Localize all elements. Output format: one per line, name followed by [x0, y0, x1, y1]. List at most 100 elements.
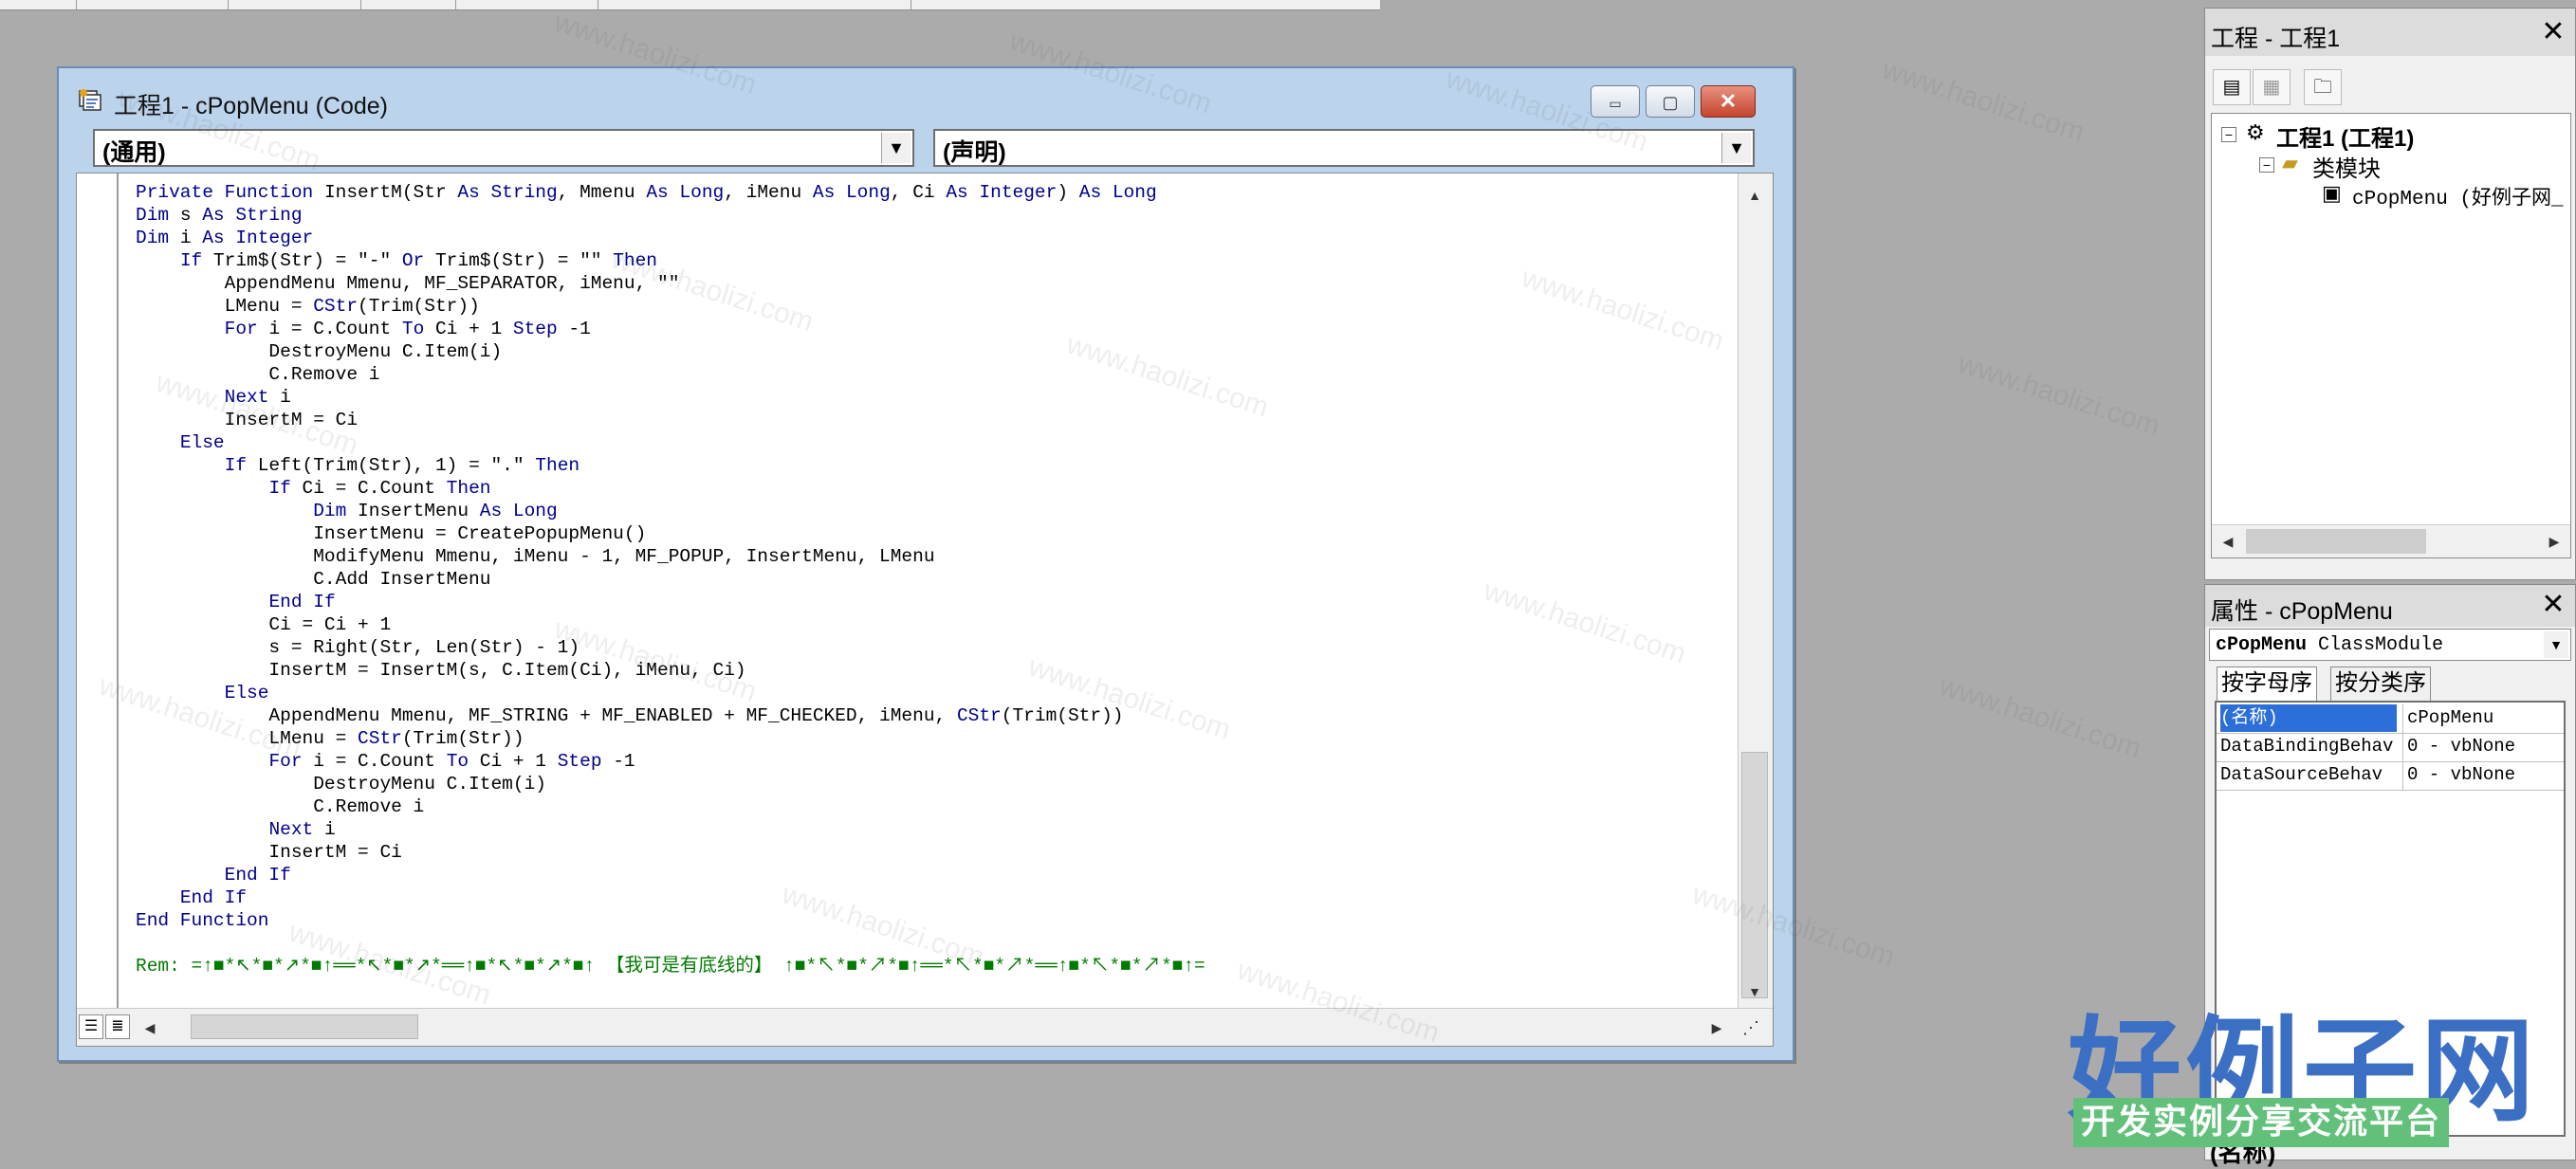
- code-line[interactable]: LMenu = CStr(Trim(Str)): [136, 727, 1205, 750]
- property-row[interactable]: DataBindingBehav 0 - vbNone: [2217, 733, 2564, 762]
- code-window[interactable]: 工程1 - cPopMenu (Code) ▭ ▢ ✕ (通用) ▼ (声明) …: [57, 66, 1794, 1062]
- code-token: As String: [202, 205, 303, 226]
- property-row[interactable]: DataSourceBehav 0 - vbNone: [2217, 761, 2564, 791]
- chevron-down-icon[interactable]: ▼: [1721, 133, 1751, 163]
- vertical-scroll-thumb[interactable]: [1741, 752, 1768, 998]
- code-editor[interactable]: Private Function InsertM(Str As String, …: [76, 173, 1774, 1047]
- chevron-down-icon[interactable]: ▼: [2544, 631, 2568, 658]
- horizontal-scroll-thumb[interactable]: [191, 1014, 418, 1039]
- tree-node-project[interactable]: 工程1 (工程1): [2276, 119, 2414, 153]
- object-selector[interactable]: cPopMenu ClassModule ▼: [2209, 629, 2571, 661]
- procedure-dropdown[interactable]: (声明) ▼: [933, 129, 1755, 167]
- code-line[interactable]: Dim i As Integer: [136, 227, 1205, 249]
- tab-alphabetic[interactable]: 按字母序: [2217, 667, 2317, 701]
- property-value[interactable]: 0 - vbNone: [2402, 733, 2515, 761]
- code-token: Next: [268, 819, 324, 840]
- minimize-button[interactable]: ▭: [1591, 85, 1640, 118]
- code-token: Dim: [313, 501, 359, 521]
- code-line[interactable]: C.Remove i: [136, 363, 1205, 386]
- code-token: CStr: [358, 728, 402, 749]
- full-module-view-icon[interactable]: ≣: [105, 1014, 130, 1039]
- tree-scroll-thumb[interactable]: [2246, 529, 2426, 554]
- code-line[interactable]: Dim s As String: [136, 204, 1205, 227]
- code-window-titlebar[interactable]: 工程1 - cPopMenu (Code) ▭ ▢ ✕: [59, 68, 1793, 123]
- code-line[interactable]: s = Right(Str, Len(Str) - 1): [136, 636, 1205, 659]
- tree-node-class-modules[interactable]: 类模块: [2312, 150, 2381, 183]
- vertical-scrollbar[interactable]: ▲ ▼: [1738, 174, 1773, 1008]
- code-token: Step: [557, 751, 614, 772]
- code-line[interactable]: Ci = Ci + 1: [136, 613, 1205, 636]
- restore-button[interactable]: ▢: [1646, 85, 1695, 118]
- code-line[interactable]: Dim InsertMenu As Long: [136, 500, 1205, 522]
- code-line[interactable]: LMenu = CStr(Trim(Str)): [136, 295, 1205, 318]
- code-line[interactable]: Rem: =↑■*↖*■*↗*■↑══*↖*■*↗*══↑■*↖*■*↗*■↑ …: [136, 955, 1205, 977]
- code-line[interactable]: ModifyMenu Mmenu, iMenu - 1, MF_POPUP, I…: [136, 545, 1205, 568]
- code-line[interactable]: AppendMenu Mmenu, MF_SEPARATOR, iMenu, "…: [136, 272, 1205, 295]
- view-object-icon[interactable]: ▦: [2253, 69, 2291, 105]
- tab-categorized[interactable]: 按分类序: [2330, 667, 2431, 701]
- code-line[interactable]: DestroyMenu C.Item(i): [136, 340, 1205, 363]
- code-token: i = C.Count: [313, 751, 447, 772]
- code-text[interactable]: Private Function InsertM(Str As String, …: [136, 181, 1205, 977]
- code-line[interactable]: DestroyMenu C.Item(i): [136, 773, 1205, 795]
- code-token: Ci + 1: [479, 751, 558, 772]
- margin-indicator-bar[interactable]: [77, 174, 119, 1008]
- scroll-right-icon[interactable]: ▶: [2542, 529, 2567, 554]
- code-line[interactable]: End Function: [136, 909, 1205, 932]
- code-line[interactable]: [136, 932, 1205, 955]
- code-line[interactable]: InsertM = InsertM(s, C.Item(Ci), iMenu, …: [136, 659, 1205, 682]
- collapse-icon[interactable]: −: [2221, 127, 2236, 142]
- code-token: Else: [224, 683, 269, 703]
- code-line[interactable]: InsertMenu = CreatePopupMenu(): [136, 522, 1205, 545]
- code-line[interactable]: End If: [136, 864, 1205, 886]
- code-token: End If: [224, 865, 291, 886]
- code-line[interactable]: If Ci = C.Count Then: [136, 477, 1205, 500]
- properties-titlebar[interactable]: 属性 - cPopMenu ✕: [2205, 585, 2575, 627]
- code-line[interactable]: Next i: [136, 386, 1205, 409]
- code-token: C.Add InsertMenu: [136, 569, 491, 590]
- code-line[interactable]: If Trim$(Str) = "-" Or Trim$(Str) = "" T…: [136, 249, 1205, 272]
- code-line[interactable]: InsertM = Ci: [136, 841, 1205, 864]
- project-explorer-titlebar[interactable]: 工程 - 工程1 ✕: [2205, 9, 2575, 56]
- property-value[interactable]: 0 - vbNone: [2402, 761, 2515, 790]
- code-line[interactable]: Else: [136, 431, 1205, 454]
- code-token: CStr: [313, 296, 359, 317]
- code-line[interactable]: End If: [136, 591, 1205, 613]
- scroll-left-icon[interactable]: ◀: [2216, 529, 2240, 554]
- code-line[interactable]: InsertM = Ci: [136, 409, 1205, 431]
- code-line[interactable]: Else: [136, 682, 1205, 704]
- tree-horizontal-scrollbar[interactable]: ◀ ▶: [2212, 524, 2570, 557]
- watermark-text: www.haolizi.com: [1935, 669, 2145, 765]
- code-line[interactable]: AppendMenu Mmenu, MF_STRING + MF_ENABLED…: [136, 704, 1205, 727]
- close-icon[interactable]: ✕: [2537, 589, 2569, 621]
- scroll-down-icon[interactable]: ▼: [1740, 977, 1769, 1006]
- code-line[interactable]: For i = C.Count To Ci + 1 Step -1: [136, 750, 1205, 773]
- resize-grip-icon[interactable]: ⋰: [1739, 1014, 1763, 1041]
- object-dropdown[interactable]: (通用) ▼: [93, 129, 914, 167]
- collapse-icon[interactable]: −: [2259, 157, 2274, 173]
- property-value[interactable]: cPopMenu: [2402, 704, 2493, 733]
- chevron-down-icon[interactable]: ▼: [881, 133, 911, 163]
- close-button[interactable]: ✕: [1701, 85, 1756, 118]
- tree-node-cpopmenu[interactable]: cPopMenu (好例子网_: [2352, 182, 2564, 210]
- code-line[interactable]: For i = C.Count To Ci + 1 Step -1: [136, 318, 1205, 340]
- code-line[interactable]: Next i: [136, 818, 1205, 841]
- code-token: ModifyMenu Mmenu, iMenu - 1, MF_POPUP, I…: [136, 546, 935, 567]
- scroll-left-icon[interactable]: ◀: [138, 1014, 162, 1041]
- property-row[interactable]: (名称) cPopMenu: [2217, 704, 2564, 734]
- code-line[interactable]: C.Remove i: [136, 795, 1205, 818]
- code-line[interactable]: Private Function InsertM(Str As String, …: [136, 181, 1205, 204]
- code-line[interactable]: End If: [136, 886, 1205, 909]
- toggle-folders-icon[interactable]: 🗀: [2304, 69, 2342, 105]
- scroll-right-icon[interactable]: ▶: [1704, 1014, 1729, 1041]
- view-code-icon[interactable]: ▤: [2213, 69, 2251, 105]
- procedure-view-icon[interactable]: ☰: [79, 1014, 103, 1039]
- scroll-up-icon[interactable]: ▲: [1740, 181, 1769, 210]
- close-icon[interactable]: ✕: [2537, 16, 2569, 48]
- code-line[interactable]: C.Add InsertMenu: [136, 568, 1205, 591]
- code-line[interactable]: If Left(Trim(Str), 1) = "." Then: [136, 454, 1205, 477]
- project-tree[interactable]: − ⚙ 工程1 (工程1) − ▰ 类模块 ▣ cPopMenu (好例子网_ …: [2211, 113, 2571, 558]
